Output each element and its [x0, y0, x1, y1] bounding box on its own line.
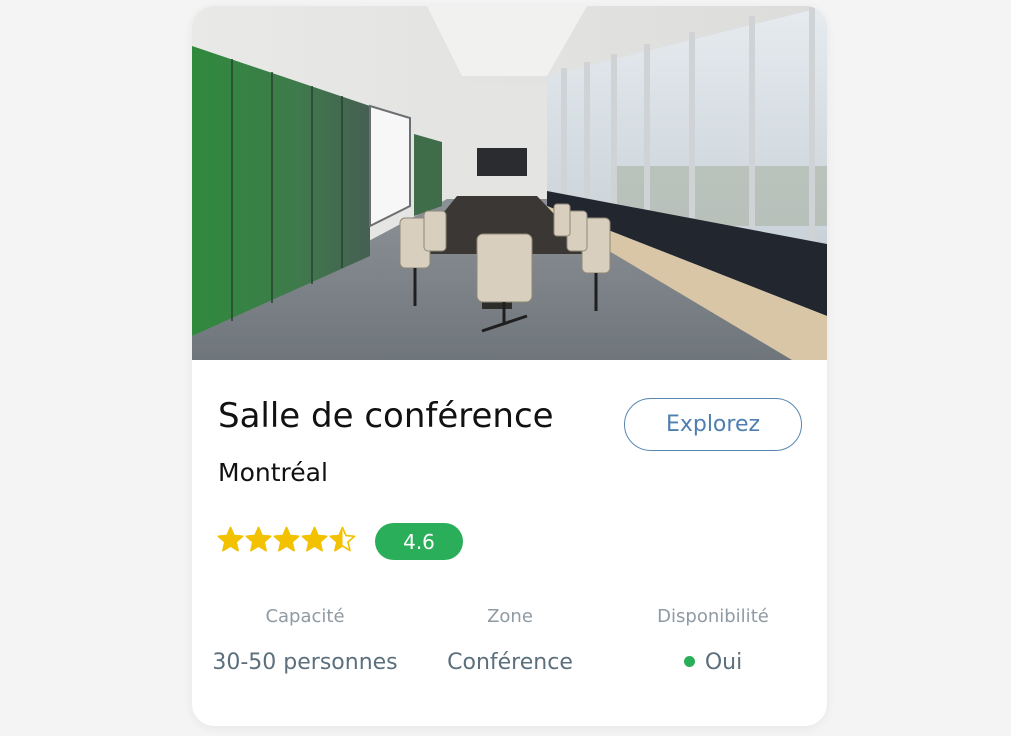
stat-zone-value: Conférence: [447, 650, 573, 675]
stat-capacity-label: Capacité: [265, 606, 345, 627]
venue-city: Montréal: [218, 458, 328, 487]
stat-availability-label: Disponibilité: [657, 606, 769, 627]
stat-capacity-value: 30-50 personnes: [212, 650, 398, 675]
star-half-icon: [329, 526, 356, 552]
explore-button[interactable]: Explorez: [624, 398, 802, 451]
availability-status-dot: [683, 655, 695, 667]
rating-badge: 4.6: [375, 523, 463, 560]
star-full-icon: [217, 526, 244, 552]
stat-availability-row: Oui: [608, 650, 818, 675]
star-full-icon: [273, 526, 300, 552]
venue-card: Salle de conférence Montréal Explorez 4.…: [192, 6, 827, 726]
star-full-icon: [245, 526, 272, 552]
venue-photo: [192, 6, 827, 360]
stat-availability: Disponibilité Oui: [608, 606, 818, 675]
star-full-icon: [301, 526, 328, 552]
stat-availability-value: Oui: [704, 650, 743, 675]
stat-zone: Zone Conférence: [405, 606, 615, 675]
star-rating: [217, 526, 356, 552]
stat-zone-label: Zone: [487, 606, 533, 627]
stat-capacity: Capacité 30-50 personnes: [200, 606, 410, 675]
venue-title: Salle de conférence: [218, 396, 554, 436]
